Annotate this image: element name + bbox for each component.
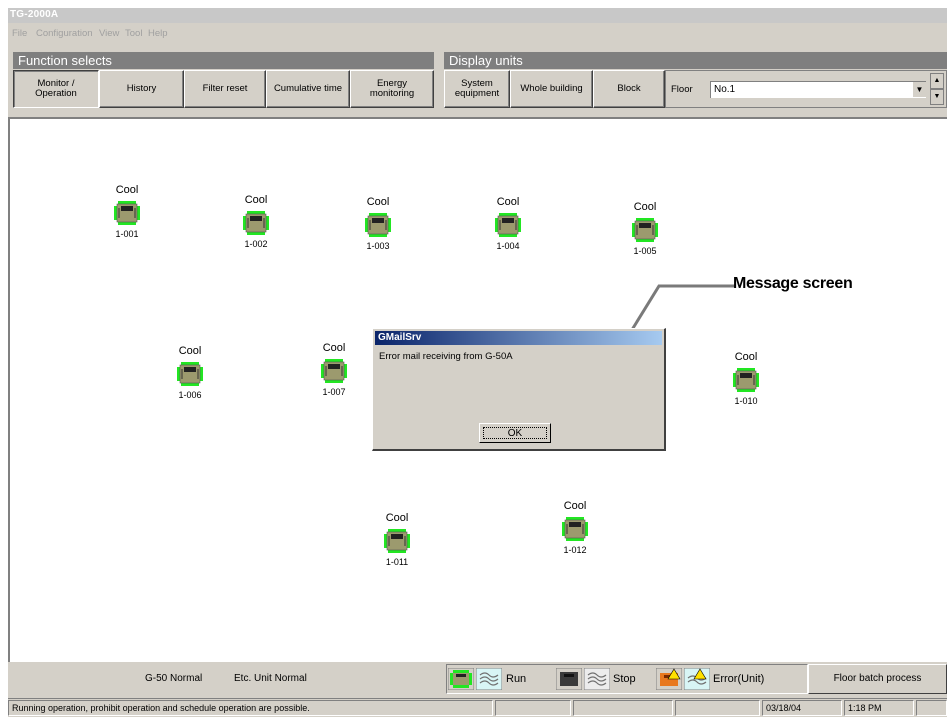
unit-1-004[interactable]: Cool 1-004 <box>478 196 538 251</box>
unit-mode: Cool <box>244 194 268 206</box>
unit-1-012[interactable]: Cool 1-012 <box>545 500 605 555</box>
unit-mode: Cool <box>563 500 587 512</box>
statusbar-date: 03/18/04 <box>762 700 842 716</box>
unit-1-003[interactable]: Cool 1-003 <box>348 196 408 251</box>
title-bar: TG-2000A <box>8 8 947 23</box>
floor-label: Floor <box>671 84 693 95</box>
unit-mode: Cool <box>734 351 758 363</box>
unit-mode: Cool <box>322 342 346 354</box>
unit-id: 1-003 <box>366 241 390 251</box>
menu-tool[interactable]: Tool <box>125 28 142 39</box>
unit-mode: Cool <box>366 196 390 208</box>
floor-select[interactable]: No.1 ▼ <box>710 81 926 98</box>
unit-1-007[interactable]: Cool 1-007 <box>304 342 364 397</box>
statusbar-panel-empty-3 <box>675 700 760 716</box>
etc-unit-status: Etc. Unit Normal <box>234 673 307 684</box>
dialog-message: Error mail receiving from G-50A <box>379 351 513 362</box>
indoor-unit-icon <box>384 529 410 553</box>
unit-1-005[interactable]: Cool 1-005 <box>615 201 675 256</box>
indoor-unit-icon <box>321 359 347 383</box>
legend-error-label: Error(Unit) <box>713 673 765 685</box>
unit-id: 1-005 <box>633 246 657 256</box>
unit-id: 1-007 <box>322 387 346 397</box>
stop-fan-icon <box>584 668 610 690</box>
statusbar-panel-empty-4 <box>916 700 947 716</box>
indoor-unit-icon <box>114 201 140 225</box>
unit-id: 1-002 <box>244 239 268 249</box>
run-unit-icon <box>448 668 474 690</box>
menu-help[interactable]: Help <box>148 28 168 39</box>
unit-1-001[interactable]: Cool 1-001 <box>97 184 157 239</box>
indoor-unit-icon <box>365 213 391 237</box>
menu-file[interactable]: File <box>12 28 27 39</box>
statusbar-panel-empty-2 <box>573 700 673 716</box>
indoor-unit-icon <box>733 368 759 392</box>
filter-reset-button[interactable]: Filter reset <box>184 70 266 108</box>
error-fan-icon <box>684 668 710 690</box>
statusbar-time: 1:18 PM <box>844 700 914 716</box>
unit-mode: Cool <box>633 201 657 213</box>
legend-run-label: Run <box>506 673 527 685</box>
unit-1-011[interactable]: Cool 1-011 <box>367 512 427 567</box>
floor-value: No.1 <box>714 84 736 95</box>
history-button[interactable]: History <box>99 70 184 108</box>
status-bar: Running operation, prohibit operation an… <box>8 698 947 717</box>
unit-mode: Cool <box>178 345 202 357</box>
menu-view[interactable]: View <box>99 28 119 39</box>
unit-id: 1-011 <box>385 557 409 567</box>
unit-id: 1-010 <box>734 396 758 406</box>
callout-label: Message screen <box>733 275 853 292</box>
unit-id: 1-001 <box>115 229 139 239</box>
monitor-operation-button[interactable]: Monitor / Operation <box>13 70 99 108</box>
unit-mode: Cool <box>496 196 520 208</box>
floor-selector: Floor No.1 ▼ ▲ ▼ <box>665 70 947 108</box>
message-dialog: GMailSrv Error mail receiving from G-50A… <box>372 328 666 451</box>
dropdown-arrow-icon[interactable]: ▼ <box>912 82 926 97</box>
indoor-unit-icon <box>562 517 588 541</box>
display-units-header: Display units <box>444 52 947 69</box>
legend-stop-label: Stop <box>613 673 636 685</box>
indoor-unit-icon <box>632 218 658 242</box>
dialog-title: GMailSrv <box>375 331 662 345</box>
unit-id: 1-012 <box>563 545 587 555</box>
stop-unit-icon <box>556 668 582 690</box>
unit-id: 1-004 <box>496 241 520 251</box>
unit-1-010[interactable]: Cool 1-010 <box>716 351 776 406</box>
system-equipment-button[interactable]: System equipment <box>444 70 510 108</box>
floor-batch-button[interactable]: Floor batch process <box>808 664 947 694</box>
ok-button[interactable]: OK <box>479 423 551 443</box>
indoor-unit-icon <box>243 211 269 235</box>
energy-monitoring-button[interactable]: Energy monitoring <box>350 70 434 108</box>
block-button[interactable]: Block <box>593 70 665 108</box>
error-unit-icon <box>656 668 682 690</box>
menu-configuration[interactable]: Configuration <box>36 28 93 39</box>
indoor-unit-icon <box>495 213 521 237</box>
function-selects-header: Function selects <box>13 52 434 69</box>
statusbar-message: Running operation, prohibit operation an… <box>8 700 493 716</box>
g50-status: G-50 Normal <box>145 673 203 684</box>
floor-up-icon[interactable]: ▲ <box>930 73 944 89</box>
unit-1-006[interactable]: Cool 1-006 <box>160 345 220 400</box>
cumulative-time-button[interactable]: Cumulative time <box>266 70 350 108</box>
run-fan-icon <box>476 668 502 690</box>
unit-mode: Cool <box>115 184 139 196</box>
unit-mode: Cool <box>385 512 409 524</box>
unit-id: 1-006 <box>178 390 202 400</box>
menu-bar: File Configuration View Tool Help <box>8 23 947 43</box>
window-title: TG-2000A <box>10 9 59 20</box>
statusbar-panel-empty-1 <box>495 700 571 716</box>
indoor-unit-icon <box>177 362 203 386</box>
unit-1-002[interactable]: Cool 1-002 <box>226 194 286 249</box>
whole-building-button[interactable]: Whole building <box>510 70 593 108</box>
floor-down-icon[interactable]: ▼ <box>930 89 944 105</box>
